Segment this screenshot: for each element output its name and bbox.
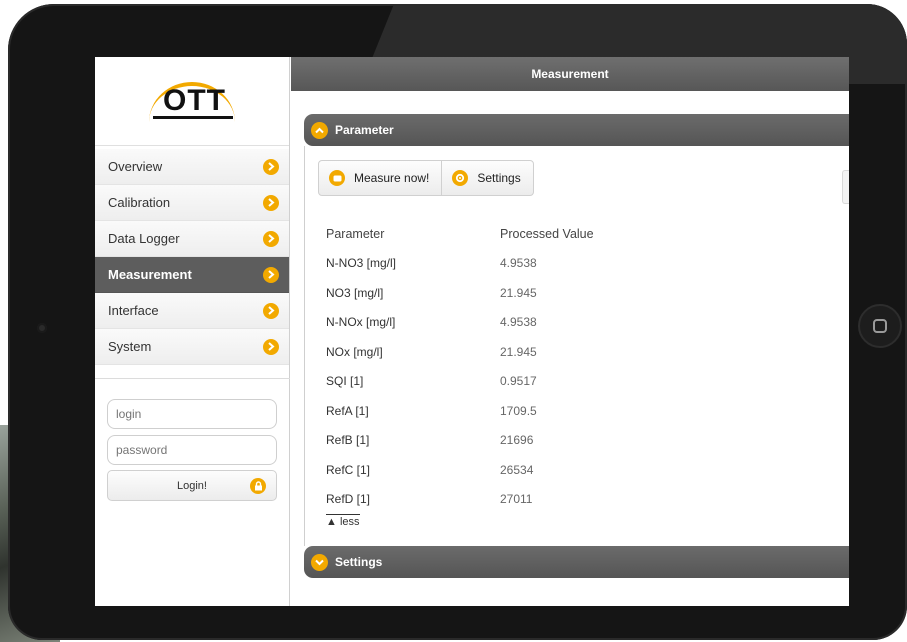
table-row: NOx [mg/l] 21.945: [326, 337, 726, 367]
processed-value: 4.9538: [500, 315, 537, 330]
parameter-name: NOx [mg/l]: [326, 344, 383, 359]
password-input[interactable]: [107, 435, 277, 465]
sidebar-item-label: Measurement: [108, 267, 192, 282]
sidebar-item-calibration[interactable]: Calibration: [95, 185, 289, 221]
ott-logo: OTT: [147, 78, 237, 124]
table-header: Parameter Processed Value: [326, 219, 726, 249]
lock-icon: [250, 478, 266, 494]
processed-value: 0.9517: [500, 374, 537, 389]
parameter-table: Parameter Processed Value N-NO3 [mg/l] 4…: [326, 219, 726, 514]
parameter-section-header[interactable]: Parameter: [304, 114, 849, 146]
parameter-name: N-NOx [mg/l]: [326, 315, 396, 330]
login-input[interactable]: [107, 399, 277, 429]
sidebar-item-measurement[interactable]: Measurement: [95, 257, 289, 293]
parameter-name: RefC [1]: [326, 462, 371, 477]
settings-section-label: Settings: [335, 555, 383, 569]
sidebar-item-interface[interactable]: Interface: [95, 293, 289, 329]
processed-value: 26534: [500, 462, 534, 477]
column-header: Processed Value: [500, 226, 594, 241]
table-row: RefA [1] 1709.5: [326, 396, 726, 426]
less-toggle[interactable]: ▲ less: [326, 514, 360, 528]
app-screen: OTT Overview Calibration Data Logger Mea…: [95, 57, 849, 606]
processed-value: 21.945: [500, 285, 537, 300]
chevron-down-icon: [311, 553, 328, 571]
sidebar-item-label: Data Logger: [108, 231, 180, 246]
measure-now-button[interactable]: Measure now!: [319, 161, 441, 195]
parameter-name: RefD [1]: [326, 492, 371, 507]
parameter-section-label: Parameter: [335, 123, 394, 137]
parameter-name: NO3 [mg/l]: [326, 285, 384, 300]
parameter-name: RefA [1]: [326, 403, 369, 418]
logo-area: OTT: [95, 57, 289, 146]
chevron-right-icon: [263, 230, 279, 247]
sidebar-item-label: Interface: [108, 303, 159, 318]
table-row: NO3 [mg/l] 21.945: [326, 278, 726, 308]
sidebar-nav: Overview Calibration Data Logger Measure…: [95, 149, 289, 365]
login-button[interactable]: Login!: [107, 470, 277, 501]
chevron-right-icon: [263, 194, 279, 211]
processed-value: 21696: [500, 433, 534, 448]
parameter-name: N-NO3 [mg/l]: [326, 256, 397, 271]
settings-button[interactable]: Settings: [441, 161, 532, 195]
parameter-name: SQI [1]: [326, 374, 364, 389]
sidebar-item-overview[interactable]: Overview: [95, 149, 289, 185]
settings-button-label: Settings: [477, 171, 521, 185]
parameter-panel: Measure now! Settings Parameter Processe…: [304, 146, 849, 546]
home-button[interactable]: [858, 304, 902, 348]
sidebar-item-system[interactable]: System: [95, 329, 289, 365]
processed-value: 21.945: [500, 344, 537, 359]
chevron-right-icon: [263, 158, 279, 175]
table-row: SQI [1] 0.9517: [326, 367, 726, 397]
sidebar-item-data-logger[interactable]: Data Logger: [95, 221, 289, 257]
settings-section-header[interactable]: Settings: [304, 546, 849, 578]
sidebar: OTT Overview Calibration Data Logger Mea…: [95, 57, 290, 606]
chevron-up-icon: [311, 121, 328, 139]
sidebar-item-label: Calibration: [108, 195, 171, 210]
logo-wordmark: OTT: [163, 84, 226, 117]
sidebar-item-label: System: [108, 339, 152, 354]
processed-value: 1709.5: [500, 403, 537, 418]
gear-icon: [452, 170, 469, 186]
processed-value: 4.9538: [500, 256, 537, 271]
camera-icon: [37, 323, 47, 333]
parameter-name: RefB [1]: [326, 433, 370, 448]
chevron-right-icon: [263, 338, 279, 355]
chevron-right-icon: [263, 266, 279, 283]
table-row: N-NOx [mg/l] 4.9538: [326, 308, 726, 338]
column-header: Parameter: [326, 226, 385, 241]
toolbar: Measure now! Settings: [318, 160, 534, 196]
table-row: RefC [1] 26534: [326, 455, 726, 485]
login-divider: [95, 378, 290, 379]
main-content: Measurement Parameter Measure now! Setti…: [291, 57, 849, 606]
login-button-label: Login!: [177, 479, 207, 492]
panel-scroll-edge: [842, 170, 849, 204]
measure-now-label: Measure now!: [354, 171, 430, 185]
measure-icon: [329, 170, 345, 186]
home-square-icon: [873, 319, 887, 333]
table-row: RefB [1] 21696: [326, 426, 726, 456]
logo-underline: [153, 116, 233, 119]
table-row: RefD [1] 27011: [326, 485, 726, 515]
table-row: N-NO3 [mg/l] 4.9538: [326, 249, 726, 279]
processed-value: 27011: [500, 492, 533, 507]
sidebar-item-label: Overview: [108, 159, 163, 174]
page-title: Measurement: [291, 57, 849, 91]
chevron-right-icon: [263, 302, 279, 319]
